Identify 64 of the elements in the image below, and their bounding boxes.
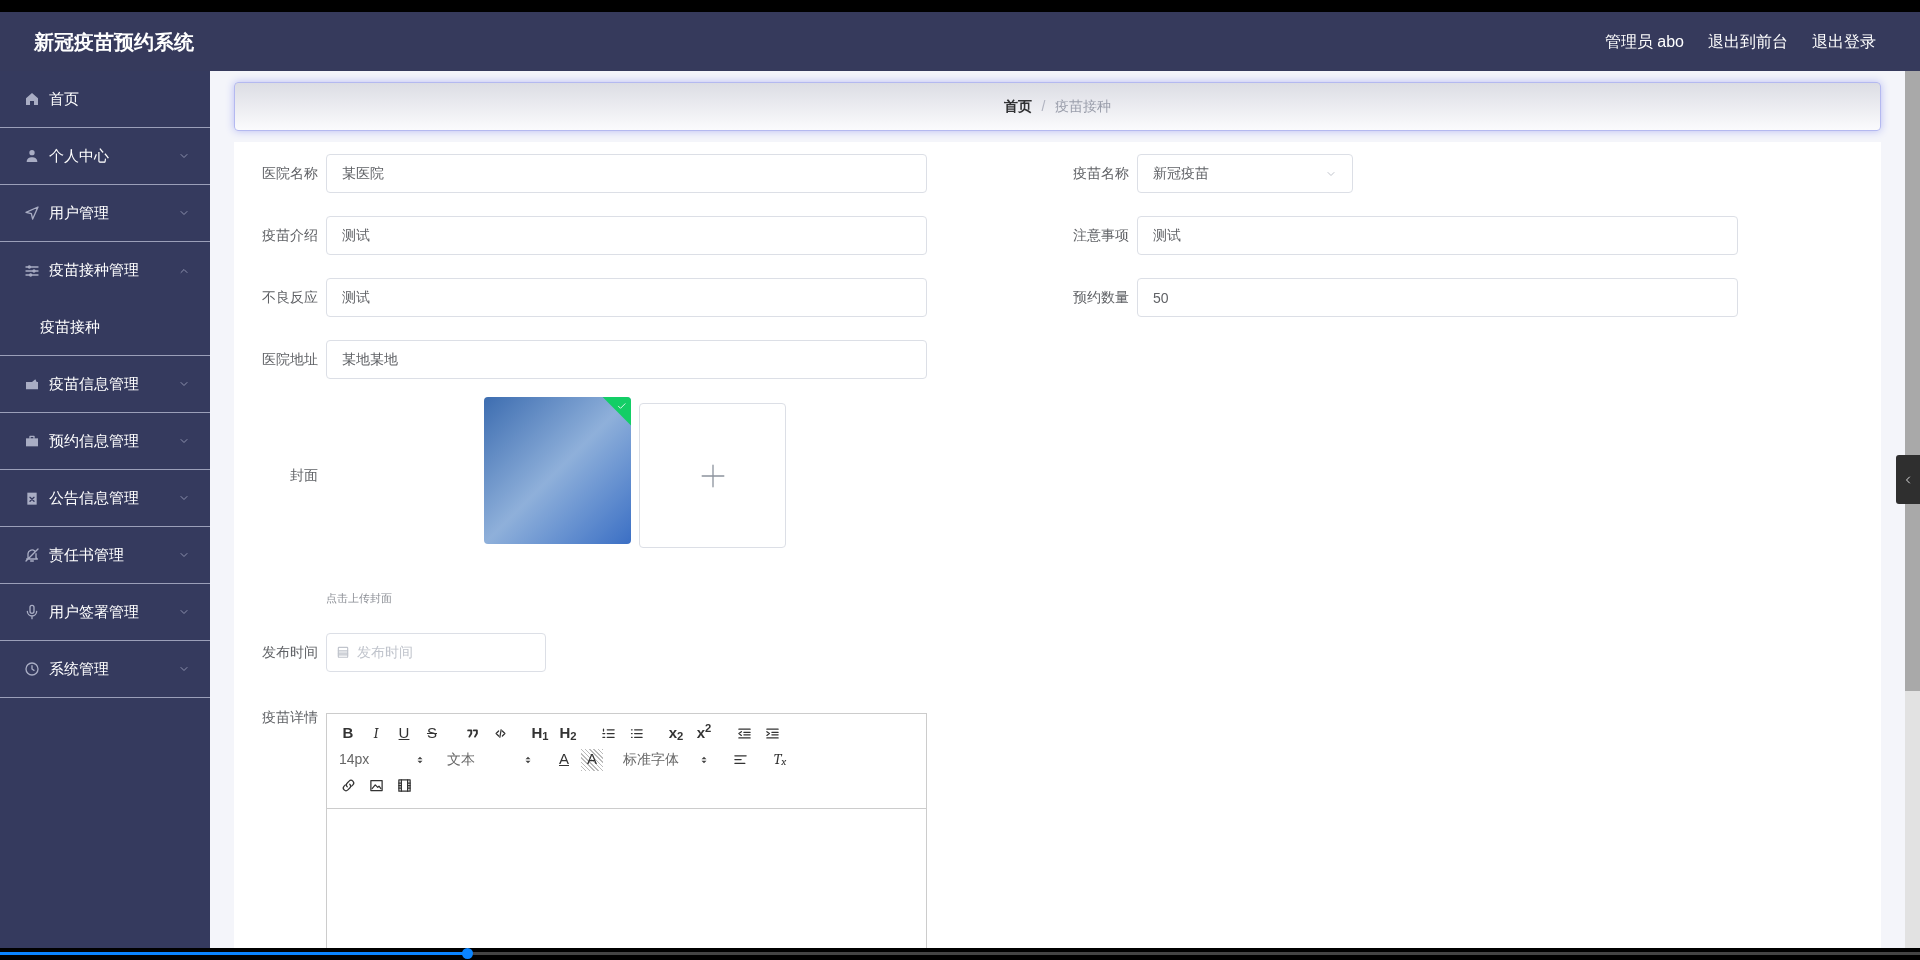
header-link[interactable]: 退出到前台 [1708, 29, 1788, 54]
field-label: 疫苗详情 [261, 707, 318, 727]
format-button[interactable]: H$_{2}$ [557, 722, 579, 745]
sidebar-icon [24, 661, 40, 677]
outdent-icon [736, 726, 752, 741]
ordered-list-icon [600, 726, 616, 741]
format-button[interactable]: I [365, 722, 387, 745]
select-field[interactable]: 新冠疫苗 [1137, 154, 1353, 193]
sidebar-icon [24, 547, 40, 563]
field-label: 发布时间 [261, 642, 318, 662]
app-title: 新冠疫苗预约系统 [34, 29, 194, 55]
calendar-icon [336, 644, 350, 659]
input-field[interactable]: 某地某地 [326, 340, 927, 379]
format-button[interactable]: A [581, 748, 603, 771]
field-label: 疫苗介绍 [261, 226, 318, 245]
plus-icon [699, 462, 726, 489]
sidebar-icon [24, 91, 40, 107]
sidebar-icon [24, 262, 40, 279]
format-button[interactable]: x$^{2}$ [693, 722, 715, 745]
format-button[interactable]: U [393, 722, 415, 745]
link-icon [340, 778, 356, 793]
field-label: 不良反应 [261, 288, 318, 307]
input-field[interactable]: 测试 [326, 216, 927, 255]
breadcrumb-separator: / [1041, 97, 1046, 116]
quote-icon [464, 726, 480, 741]
sidebar-icon [24, 604, 40, 620]
align-icon [732, 752, 748, 767]
image-icon [368, 778, 384, 793]
format-button[interactable]: A [553, 748, 575, 771]
sidebar-item[interactable]: 疫苗接种管理 [0, 242, 210, 299]
format-button[interactable]: S [421, 722, 443, 745]
rich-text-editor[interactable]: B I U S H$_{1}$ H$_{2}$ x$_{2}$ x$^{2}$ 14px 文本 A A 标准字体 T$_{x}$ [326, 712, 927, 948]
check-icon [616, 401, 627, 412]
field-label: 医院地址 [261, 350, 318, 369]
header-link[interactable]: 退出登录 [1812, 29, 1876, 54]
header-link[interactable]: 管理员 abo [1604, 29, 1684, 54]
progress-handle[interactable] [461, 948, 473, 959]
input-field[interactable]: 50 [1137, 278, 1738, 317]
field-label: 封面 [289, 466, 318, 485]
sidebar-icon [24, 490, 40, 506]
bullet-list-icon [628, 726, 644, 741]
date-field[interactable]: 发布时间 [326, 632, 546, 672]
field-label: 注意事项 [1072, 226, 1129, 245]
field-label: 预约数量 [1072, 288, 1129, 307]
format-button[interactable]: H$_{1}$ [529, 722, 551, 745]
sidebar-icon [24, 148, 40, 164]
toolbar-select[interactable]: 文本 [445, 748, 535, 771]
sidebar-icon [24, 205, 40, 221]
toolbar-select[interactable]: 标准字体 [621, 748, 711, 771]
field-label: 医院名称 [261, 164, 318, 183]
input-field[interactable]: 测试 [1137, 216, 1738, 255]
video-icon [396, 778, 412, 793]
input-field[interactable]: 测试 [326, 278, 927, 317]
indent-icon [764, 726, 780, 741]
sidebar-icon [24, 433, 40, 449]
format-button[interactable]: x$_{2}$ [665, 722, 687, 745]
upload-hint: 点击上传封面 [326, 591, 393, 606]
field-label: 疫苗名称 [1072, 164, 1129, 183]
format-button[interactable]: B [337, 722, 359, 745]
code-icon [492, 726, 508, 741]
format-button[interactable]: T$_{x}$ [769, 748, 791, 771]
input-field[interactable]: 某医院 [326, 154, 927, 193]
toolbar-select[interactable]: 14px [337, 748, 427, 771]
breadcrumb-link[interactable]: 首页 [1003, 96, 1032, 117]
